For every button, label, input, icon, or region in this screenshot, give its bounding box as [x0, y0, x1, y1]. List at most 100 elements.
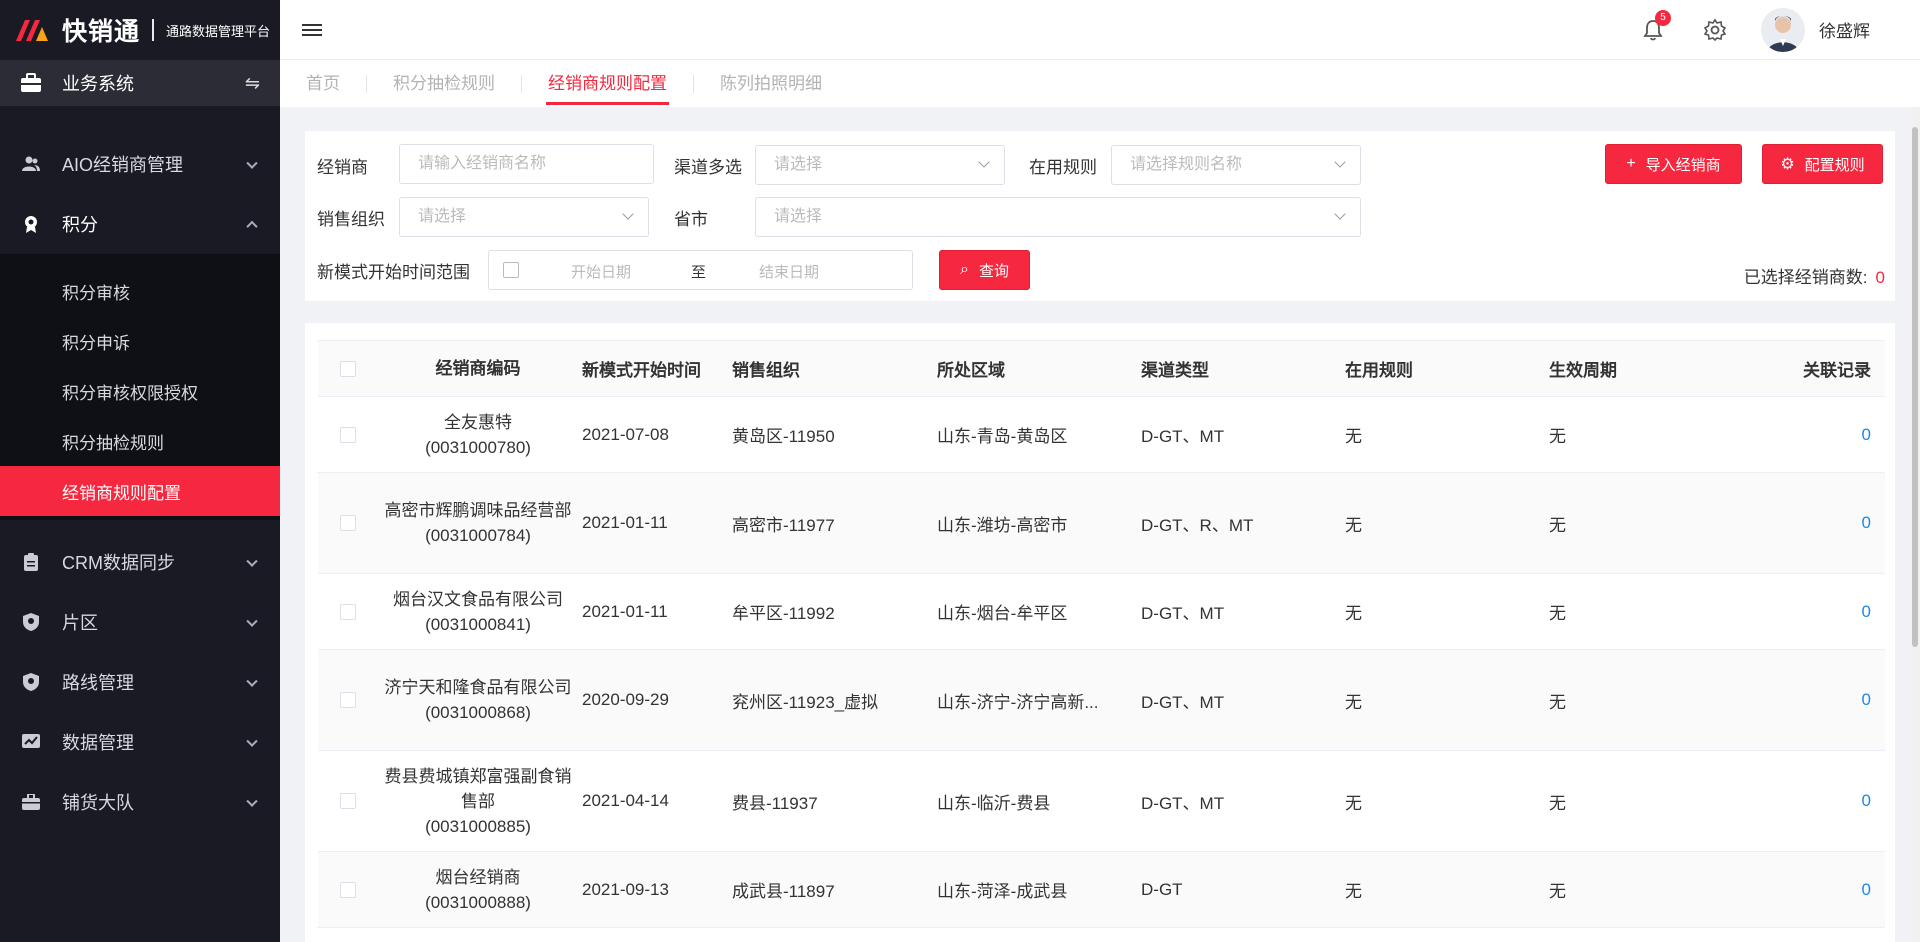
calendar-icon — [503, 262, 519, 278]
sidebar-item-crm-sync[interactable]: CRM数据同步 — [0, 532, 280, 592]
area-cell: 山东-济宁-济宁高新... — [937, 692, 1099, 712]
rule-select[interactable]: 请选择规则名称 — [1111, 145, 1361, 185]
records-link[interactable]: 0 — [1862, 690, 1871, 709]
table-row[interactable]: 济宁天和隆食品有限公司 (0031000868) 2020-09-29 兖州区-119… — [318, 650, 1885, 751]
tab-display-photo-detail[interactable]: 陈列拍照明细 — [718, 60, 824, 107]
tab-dealer-rule-config[interactable]: 经销商规则配置 — [546, 60, 669, 107]
table-row[interactable]: 高密市辉鹏调味品经营部 (0031000784) 2021-01-11 高密市-119… — [318, 473, 1885, 574]
table-panel: 经销商编码 新模式开始时间 销售组织 所处区域 渠道类型 在用规则 生效周期 关… — [305, 323, 1895, 942]
cycle-cell: 无 — [1549, 692, 1566, 712]
chevron-up-icon — [246, 220, 258, 233]
sidebar-item-route[interactable]: 路线管理 — [0, 652, 280, 712]
channel-cell: D-GT、MT — [1141, 427, 1225, 446]
select-all-checkbox[interactable] — [340, 360, 356, 377]
sidebar-subitem-points-sampling[interactable]: 积分抽检规则 — [0, 416, 280, 466]
row-checkbox[interactable] — [340, 603, 356, 620]
sidebar-subitem-points-appeal[interactable]: 积分申诉 — [0, 316, 280, 366]
sidebar-item-label: 路线管理 — [62, 673, 134, 693]
sidebar-item-label: CRM数据同步 — [62, 553, 175, 573]
row-checkbox[interactable] — [340, 692, 356, 708]
col-cycle: 生效周期 — [1549, 361, 1617, 380]
date-range-picker[interactable]: 开始日期 至 结束日期 — [488, 250, 913, 290]
records-link[interactable]: 0 — [1862, 791, 1871, 810]
records-link[interactable]: 0 — [1862, 880, 1871, 899]
plus-icon: + — [1626, 155, 1636, 172]
table-row[interactable]: 烟台经销商 (0031000888) 2021-09-13 成武县-11897 山东-菏… — [318, 852, 1885, 928]
swap-icon[interactable]: ⇋ — [245, 73, 260, 94]
channel-cell: D-GT、MT — [1141, 604, 1225, 623]
dealer-input[interactable]: 请输入经销商名称 — [399, 144, 654, 184]
dealer-code-cell: 全友惠特 (0031000780) — [378, 410, 578, 460]
sidebar-nav: AIO经销商管理 积分 积分审核 积分申诉 积分审核权限授权 积分抽检规则 经销… — [0, 106, 280, 832]
rule-cell: 无 — [1345, 604, 1362, 623]
sales-org-cell: 黄岛区-11950 — [732, 427, 835, 446]
sidebar-item-distribution-team[interactable]: 铺货大队 — [0, 772, 280, 832]
page-scrollbar[interactable] — [1910, 107, 1920, 942]
sidebar-item-aio-dealer[interactable]: AIO经销商管理 — [0, 134, 280, 194]
table-row[interactable]: 烟台汉文食品有限公司 (0031000841) 2021-01-11 牟平区-1199… — [318, 574, 1885, 650]
start-date-cell: 2021-01-11 — [582, 513, 668, 532]
org-select[interactable]: 请选择 — [399, 197, 649, 237]
gear-icon: ⚙ — [1780, 156, 1795, 173]
col-sales-org: 销售组织 — [732, 361, 800, 380]
sidebar-item-points[interactable]: 积分 — [0, 194, 280, 254]
gear-icon[interactable] — [1703, 18, 1727, 42]
dealer-name: 全友惠特 — [444, 412, 512, 432]
notification-bell[interactable]: 5 — [1641, 9, 1671, 42]
records-link[interactable]: 0 — [1862, 425, 1871, 444]
briefcase-icon — [21, 73, 41, 92]
select-all-cell — [318, 360, 378, 377]
start-date-cell: 2021-01-11 — [582, 601, 668, 621]
top-header: 5 徐盛辉 — [280, 0, 1920, 60]
row-checkbox[interactable] — [340, 793, 356, 809]
col-dealer-code: 经销商编码 — [435, 359, 521, 378]
row-select-cell — [318, 515, 378, 531]
row-checkbox[interactable] — [340, 515, 356, 531]
channel-cell: D-GT — [1141, 879, 1183, 899]
query-button[interactable]: ⌕ 查询 — [939, 250, 1030, 290]
org-label: 销售组织 — [317, 210, 385, 229]
sidebar-subitem-points-review[interactable]: 积分审核 — [0, 266, 280, 316]
menu-toggle-icon[interactable] — [302, 21, 322, 39]
brand-logo-icon — [16, 20, 48, 41]
row-select-cell — [318, 603, 378, 620]
avatar[interactable] — [1761, 7, 1805, 52]
config-rule-button[interactable]: ⚙ 配置规则 — [1762, 144, 1883, 184]
chevron-down-icon — [246, 555, 258, 567]
records-link[interactable]: 0 — [1862, 602, 1871, 621]
row-checkbox[interactable] — [340, 426, 356, 443]
scrollbar-thumb[interactable] — [1912, 127, 1918, 647]
import-dealer-button[interactable]: + 导入经销商 — [1605, 144, 1742, 184]
sidebar-item-district[interactable]: 片区 — [0, 592, 280, 652]
tab-points-sampling[interactable]: 积分抽检规则 — [391, 60, 497, 107]
header-right: 5 徐盛辉 — [1641, 7, 1870, 52]
dealer-name: 济宁天和隆食品有限公司 — [384, 678, 572, 697]
records-link[interactable]: 0 — [1862, 513, 1871, 532]
tab-divider — [693, 74, 694, 93]
records-cell: 0 — [1749, 425, 1885, 445]
row-checkbox[interactable] — [340, 881, 356, 898]
user-name[interactable]: 徐盛辉 — [1819, 17, 1870, 42]
table-row[interactable]: 费县费城镇郑富强副食销售部 (0031000885) 2021-04-14 费县-11… — [318, 751, 1885, 852]
sidebar-subitem-dealer-rule-config[interactable]: 经销商规则配置 — [0, 466, 280, 516]
selected-count: 已选择经销商数: 0 — [1744, 263, 1885, 288]
cycle-cell: 无 — [1549, 427, 1566, 446]
cycle-cell: 无 — [1549, 882, 1566, 901]
province-select[interactable]: 请选择 — [755, 197, 1361, 237]
sidebar-subitem-points-auth[interactable]: 积分审核权限授权 — [0, 366, 280, 416]
dealer-code-cell: 烟台汉文食品有限公司 (0031000841) — [378, 587, 578, 637]
chevron-down-icon — [978, 156, 990, 168]
col-start-date: 新模式开始时间 — [582, 361, 701, 380]
tab-home[interactable]: 首页 — [304, 60, 342, 107]
chevron-down-icon — [246, 157, 258, 169]
table-row[interactable]: 全友惠特 (0031000780) 2021-07-08 黄岛区-11950 山东-青岛… — [318, 397, 1885, 473]
system-switcher[interactable]: 业务系统 ⇋ — [0, 60, 280, 106]
filter-panel: 经销商 请输入经销商名称 渠道多选 请选择 在用规则 请选择规则名称 + 导入经销… — [305, 131, 1895, 301]
import-dealer-label: 导入经销商 — [1645, 156, 1721, 174]
sidebar-item-data[interactable]: 数据管理 — [0, 712, 280, 772]
dealer-table: 经销商编码 新模式开始时间 销售组织 所处区域 渠道类型 在用规则 生效周期 关… — [318, 340, 1885, 928]
date-start[interactable]: 开始日期 — [571, 261, 631, 282]
channel-select[interactable]: 请选择 — [755, 145, 1005, 185]
rule-cell: 无 — [1345, 515, 1362, 535]
date-end[interactable]: 结束日期 — [759, 261, 819, 282]
